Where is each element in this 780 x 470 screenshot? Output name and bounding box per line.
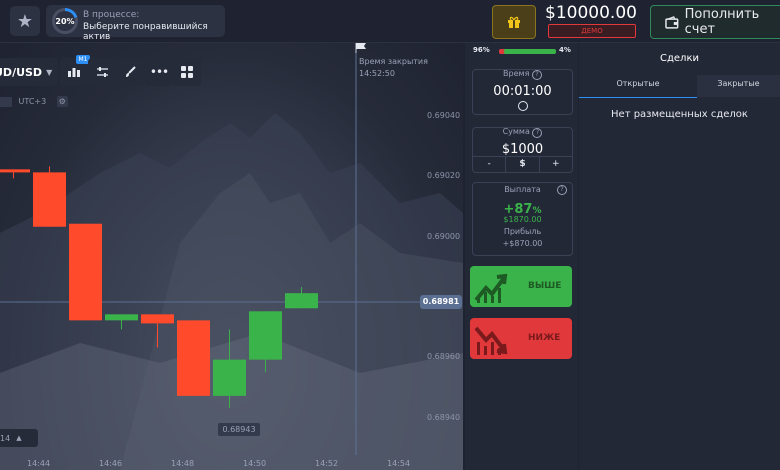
price-tick: 0.69040 xyxy=(427,111,461,120)
candle-body xyxy=(0,169,30,173)
payout-amount: $1870.00 xyxy=(503,215,542,224)
candle-body xyxy=(249,311,282,360)
current-price-badge: 0.68981 xyxy=(420,295,462,309)
zoom-selector[interactable]: 14 ▲ xyxy=(0,429,38,447)
top-up-label: Пополнить счет xyxy=(684,7,760,37)
profit-label: Прибыль xyxy=(503,227,542,236)
layout-button[interactable] xyxy=(173,58,201,86)
wallet-icon xyxy=(665,15,679,29)
chevron-down-icon: ▼ xyxy=(46,67,53,77)
help-icon[interactable]: ? xyxy=(531,70,542,80)
lower-button-label: НИЖЕ xyxy=(528,333,561,343)
price-tick: 0.69020 xyxy=(427,171,461,180)
gift-icon xyxy=(508,16,520,28)
indicators-button[interactable] xyxy=(88,58,116,86)
min-price-badge: 0.68943 xyxy=(218,423,260,436)
candles-icon xyxy=(68,68,80,77)
top-bar: ★ 20% В процессе: Выберите понравившийся… xyxy=(0,0,780,43)
timezone-label: UTC+3 xyxy=(18,97,47,106)
timezone-row: UTC+3 ⚙ xyxy=(0,96,68,107)
onboarding-progress-card[interactable]: 20% В процессе: Выберите понравившийся а… xyxy=(46,5,225,42)
progress-percent: 20% xyxy=(55,11,75,31)
arrow-up-icon xyxy=(474,273,508,303)
empty-deals-text: Нет размещенных сделок xyxy=(611,109,748,120)
trader-sentiment: 96% 4% xyxy=(473,46,573,56)
price-tick: 0.68940 xyxy=(427,413,461,422)
time-tick: 14:54 xyxy=(387,459,411,468)
candle-body xyxy=(69,223,102,321)
arrow-down-icon xyxy=(474,326,508,355)
progress-subtitle: Выберите понравившийся актив xyxy=(83,22,208,42)
deals-tabs: Открытые Закрытые xyxy=(579,75,780,98)
help-icon[interactable]: ? xyxy=(557,185,567,195)
higher-button-label: ВЫШЕ xyxy=(528,281,562,291)
progress-ring: 20% xyxy=(52,8,78,34)
progress-title: В процессе: xyxy=(83,10,140,20)
profit-amount: +$870.00 xyxy=(502,239,543,248)
lower-button[interactable]: НИЖЕ xyxy=(470,318,572,359)
tab-closed[interactable]: Закрытые xyxy=(697,75,780,97)
chart-background xyxy=(0,43,463,470)
sell-percent: 96% xyxy=(473,46,490,54)
currency-button[interactable]: $ xyxy=(506,157,540,172)
amount-minus-button[interactable]: - xyxy=(473,157,507,172)
candle-body xyxy=(105,314,138,321)
flag-icon xyxy=(355,43,366,53)
more-tools-button[interactable]: ••• xyxy=(145,58,173,86)
price-tick: 0.68960 xyxy=(427,352,461,361)
amount-field[interactable]: Сумма ? $1000 - $ + xyxy=(472,127,573,173)
amount-value[interactable]: $1000 xyxy=(473,142,572,157)
brush-icon xyxy=(126,66,136,77)
asset-pair-label: UD/USD xyxy=(0,65,43,79)
more-icon: ••• xyxy=(149,65,169,79)
time-field[interactable]: Время ? 00:01:00 xyxy=(472,69,573,115)
candle-body xyxy=(33,172,66,227)
candle-body xyxy=(141,314,174,324)
payout-box: Выплата ? +87% $1870.00 Прибыль +$870.00 xyxy=(472,182,573,256)
candle-body xyxy=(213,359,246,396)
candle-body xyxy=(177,320,210,396)
account-type-badge[interactable]: ДЕМО xyxy=(548,24,636,38)
time-tick: 14:50 xyxy=(243,459,267,468)
deals-title: Сделки xyxy=(660,53,699,64)
asset-selector[interactable]: UD/USD ▼ xyxy=(0,58,58,86)
clock-icon[interactable] xyxy=(518,101,528,111)
help-icon[interactable]: ? xyxy=(532,128,543,138)
tab-open[interactable]: Открытые xyxy=(579,75,697,98)
higher-button[interactable]: ВЫШЕ xyxy=(470,266,572,307)
gift-button[interactable] xyxy=(492,5,536,39)
top-up-button[interactable]: Пополнить счет xyxy=(650,5,780,39)
grid-icon xyxy=(181,66,193,78)
amount-controls: - $ + xyxy=(473,156,572,172)
zoom-label: 14 xyxy=(0,433,11,443)
time-tick: 14:46 xyxy=(99,459,123,468)
settings-sliders-icon xyxy=(96,67,108,77)
closing-time-label: Время закрытия xyxy=(359,57,428,66)
drawing-tools-button[interactable] xyxy=(116,58,144,86)
time-value[interactable]: 00:01:00 xyxy=(473,84,572,99)
star-icon: ★ xyxy=(16,10,34,32)
account-balance[interactable]: $10000.00 xyxy=(544,3,638,23)
favorites-button[interactable]: ★ xyxy=(10,6,40,36)
time-tick: 14:48 xyxy=(171,459,195,468)
gear-icon[interactable]: ⚙ xyxy=(56,96,68,107)
amount-field-label: Сумма ? xyxy=(473,127,572,138)
candle-body xyxy=(285,293,318,309)
time-tick: 14:52 xyxy=(315,459,339,468)
chevron-up-icon: ▲ xyxy=(16,434,22,442)
price-tick: 0.69000 xyxy=(427,232,461,241)
deals-panel: Сделки Открытые Закрытые Нет размещенных… xyxy=(579,43,780,470)
trade-panel: 96% 4% Время ? 00:01:00 Сумма ? $1000 - … xyxy=(465,43,578,470)
amount-plus-button[interactable]: + xyxy=(540,157,572,172)
price-chart[interactable]: UD/USD ▼ M1 ••• UTC+3 ⚙ Время закрытия 1 xyxy=(0,43,463,470)
time-tick: 14:44 xyxy=(27,459,51,468)
time-field-label: Время ? xyxy=(473,69,572,80)
buy-percent: 4% xyxy=(559,46,571,54)
closing-time-value: 14:52:50 xyxy=(359,69,395,78)
sentiment-bar xyxy=(499,49,556,54)
